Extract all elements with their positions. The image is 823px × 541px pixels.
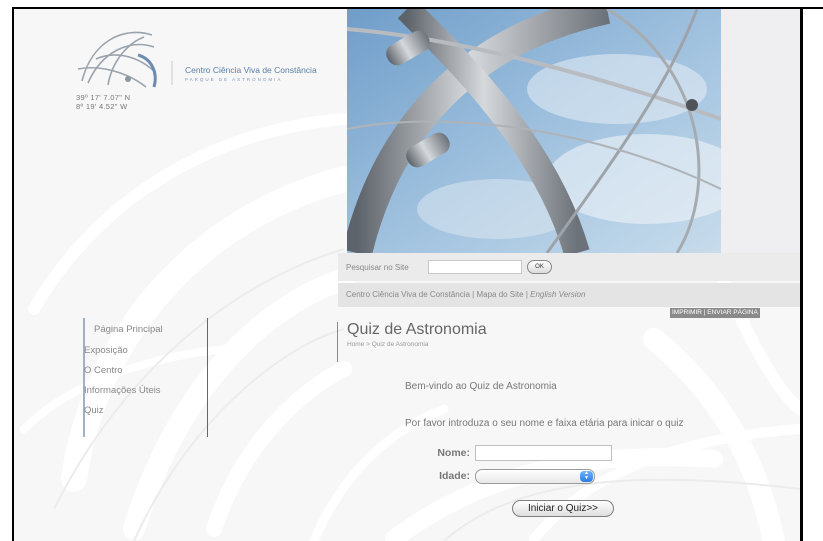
nav-right-rule — [207, 318, 208, 437]
link-english-version[interactable]: English Version — [530, 290, 585, 299]
search-label: Pesquisar no Site — [346, 263, 409, 272]
start-quiz-button[interactable]: Iniciar o Quiz>> — [512, 500, 614, 517]
hero-side-panel — [721, 9, 800, 253]
title-divider — [337, 322, 338, 362]
frame-right-border — [800, 7, 803, 541]
quiz-welcome-text: Bem-vindo ao Quiz de Astronomia — [405, 381, 557, 392]
page-title: Quiz de Astronomia — [347, 321, 487, 338]
nav-item-o-centro[interactable]: O Centro — [84, 365, 123, 376]
nav-item-exposicao[interactable]: Exposição — [84, 345, 128, 356]
age-select[interactable]: ▲ ▼ — [475, 469, 595, 484]
nav-left-rule — [83, 318, 85, 437]
site-links-bar: Centro Ciência Viva de Constância | Mapa… — [338, 283, 800, 307]
link-mapa-do-site[interactable]: Mapa do Site — [476, 290, 523, 299]
quiz-instructions-text: Por favor introduza o seu nome e faixa e… — [405, 418, 684, 429]
link-centro[interactable]: Centro Ciência Viva de Constância — [346, 290, 470, 299]
geo-coordinates: 39º 17' 7.07" N 8º 19' 4.52" W — [76, 93, 130, 111]
search-ok-button[interactable]: OK — [527, 260, 552, 274]
logo-name: Centro Ciência Viva de Constância — [185, 65, 317, 75]
latitude-text: 39º 17' 7.07" N — [76, 93, 131, 102]
select-arrows-icon: ▲ ▼ — [580, 471, 593, 482]
site-links: Centro Ciência Viva de Constância | Mapa… — [346, 290, 585, 299]
print-send-links[interactable]: IMPRIMIR | ENVIAR PÁGINA — [670, 308, 760, 318]
nav-item-pagina-principal[interactable]: Página Principal — [94, 324, 163, 335]
search-bar: Pesquisar no Site OK — [338, 253, 800, 281]
logo-subtitle: PARQUE DE ASTRONOMIA — [185, 77, 282, 82]
name-field[interactable] — [475, 445, 612, 461]
hero-armillary-photo — [347, 9, 721, 253]
site-logo[interactable]: Centro Ciência Viva de Constância PARQUE… — [74, 21, 324, 101]
name-label: Nome: — [437, 447, 470, 459]
longitude-text: 8º 19' 4.52" W — [76, 102, 128, 111]
nav-item-informacoes-uteis[interactable]: Informações Úteis — [84, 385, 161, 396]
page-canvas: Centro Ciência Viva de Constância PARQUE… — [14, 9, 800, 541]
nav-item-quiz[interactable]: Quiz — [84, 405, 104, 416]
search-input[interactable] — [428, 260, 522, 274]
breadcrumb[interactable]: Home > Quiz de Astronomia — [347, 341, 428, 348]
age-label: Idade: — [439, 470, 470, 482]
